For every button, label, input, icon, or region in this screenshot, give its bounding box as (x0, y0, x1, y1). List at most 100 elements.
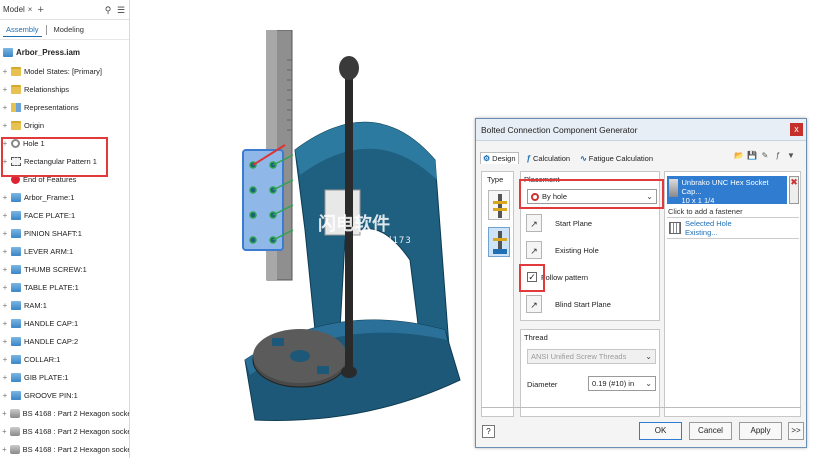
tree-item[interactable]: + TABLE PLATE:1 (0, 278, 129, 296)
start-plane-select-button[interactable]: ↗ (526, 214, 542, 232)
expand-icon[interactable]: + (2, 445, 7, 454)
blind-start-plane-select-button[interactable]: ↗ (526, 295, 542, 313)
tree-item[interactable]: + BS 4168 : Part 2 Hexagon socket s (0, 404, 129, 422)
add-tab-icon[interactable]: + (37, 4, 43, 16)
fastener-menu-button[interactable]: ✖ (789, 176, 799, 204)
close-button[interactable]: x (790, 123, 803, 136)
part-icon (11, 372, 21, 382)
expand-icon[interactable]: + (2, 427, 7, 436)
blind-bolt-type-button[interactable] (488, 227, 510, 257)
expand-icon[interactable]: + (2, 85, 8, 94)
tab-assembly[interactable]: Assembly (3, 23, 42, 37)
tree-item-label: Relationships (24, 84, 70, 94)
options-icon[interactable]: ▼ (786, 151, 796, 161)
tree-item[interactable]: + Representations (0, 98, 129, 116)
bolt-icon (669, 179, 679, 197)
expand-icon[interactable]: + (2, 67, 8, 76)
tree-root[interactable]: Arbor_Press.iam (0, 44, 129, 60)
tree-item[interactable]: + Origin (0, 116, 129, 134)
existing-hole-select-button[interactable]: ↗ (526, 241, 542, 259)
tree-item-label: THUMB SCREW:1 (24, 264, 87, 274)
selected-hole-item[interactable]: Selected Hole Existing... (667, 217, 799, 239)
tree-item-label: PINION SHAFT:1 (24, 228, 82, 238)
part-icon (11, 354, 21, 364)
more-button[interactable]: >> (788, 422, 804, 440)
part-icon (11, 228, 21, 238)
expand-icon[interactable]: + (2, 211, 8, 220)
tree-item[interactable]: + THUMB SCREW:1 (0, 260, 129, 278)
edit-icon[interactable]: ✎ (760, 151, 770, 161)
tree-item[interactable]: + RAM:1 (0, 296, 129, 314)
open-icon[interactable]: 📂 (734, 151, 744, 161)
tree-item[interactable]: + GIB PLATE:1 (0, 368, 129, 386)
fastener-item[interactable]: Unbrako UNC Hex Socket Cap... 10 x 1 1/4 (667, 176, 787, 205)
tree-item[interactable]: + HANDLE CAP:2 (0, 332, 129, 350)
save-icon[interactable]: 💾 (747, 151, 757, 161)
expand-icon[interactable]: + (2, 283, 8, 292)
tab-modeling[interactable]: Modeling (51, 23, 87, 36)
part-icon (11, 282, 21, 292)
add-fastener-hint[interactable]: Click to add a fastener (668, 207, 743, 216)
model-tab[interactable]: Model (3, 5, 25, 14)
tree-item-label: GROOVE PIN:1 (24, 390, 78, 400)
through-bolt-type-button[interactable] (488, 190, 510, 220)
expand-icon[interactable]: + (2, 391, 8, 400)
tab-design[interactable]: ⚙ Design (480, 152, 519, 164)
formula-icon[interactable]: ƒ (773, 151, 783, 161)
browser-header: Model × + ⚲ ☰ (0, 0, 129, 20)
expand-icon[interactable]: + (2, 355, 8, 364)
expand-icon[interactable]: + (2, 409, 7, 418)
tab-calculation[interactable]: ƒ Calculation (525, 153, 573, 164)
expand-icon[interactable]: + (2, 229, 8, 238)
dialog-toolbar: 📂 💾 ✎ ƒ ▼ (734, 151, 796, 161)
expand-icon[interactable]: + (2, 121, 8, 130)
dialog-title: Bolted Connection Component Generator (476, 119, 806, 141)
arbor-press-model[interactable] (225, 30, 475, 450)
tree-item[interactable]: + LEVER ARM:1 (0, 242, 129, 260)
tree-item-label: GIB PLATE:1 (24, 372, 69, 382)
expand-icon[interactable]: + (2, 103, 8, 112)
menu-icon[interactable]: ☰ (116, 5, 126, 15)
bolt-icon (9, 408, 20, 418)
browser-tabs: Assembly Modeling (0, 20, 129, 40)
tree-item[interactable]: + Relationships (0, 80, 129, 98)
expand-icon[interactable]: + (2, 247, 8, 256)
thread-dropdown[interactable]: ANSI Unified Screw Threads ⌄ (527, 349, 656, 364)
tree-item-label: Origin (24, 120, 45, 130)
section-divider[interactable] (481, 407, 801, 415)
part-icon (11, 300, 21, 310)
expand-icon[interactable]: + (2, 265, 8, 274)
tab-fatigue-calculation[interactable]: ∿ Fatigue Calculation (578, 153, 655, 164)
expand-icon[interactable]: + (2, 193, 8, 202)
thread-value: ANSI Unified Screw Threads (531, 352, 627, 361)
tree-item[interactable]: + BS 4168 : Part 2 Hexagon socket s (0, 440, 129, 458)
diameter-dropdown[interactable]: 0.19 (#10) in ⌄ (588, 376, 656, 391)
ok-button[interactable]: OK (639, 422, 682, 440)
hole-icon (669, 222, 681, 234)
help-button[interactable]: ? (482, 425, 495, 438)
selected-hole-label: Selected Hole (685, 219, 732, 228)
tree-item[interactable]: + Arbor_Frame:1 (0, 188, 129, 206)
fastener-text: Unbrako UNC Hex Socket Cap... 10 x 1 1/4 (681, 178, 785, 205)
cancel-button[interactable]: Cancel (689, 422, 732, 440)
tree-item[interactable]: + Model States: [Primary] (0, 62, 129, 80)
expand-icon[interactable]: + (2, 373, 8, 382)
tree-item-label: Arbor_Frame:1 (24, 192, 75, 202)
tree-item[interactable]: + FACE PLATE:1 (0, 206, 129, 224)
thread-label: Thread (524, 333, 548, 342)
tree-item-label: FACE PLATE:1 (24, 210, 76, 220)
tree-item-label: Model States: [Primary] (24, 66, 102, 76)
search-icon[interactable]: ⚲ (103, 5, 113, 15)
tree-item-label: BS 4168 : Part 2 Hexagon socket s (22, 444, 130, 454)
blind-bolt-icon (493, 231, 507, 254)
tree-item[interactable]: + GROOVE PIN:1 (0, 386, 129, 404)
tree-item[interactable]: + COLLAR:1 (0, 350, 129, 368)
close-tab-icon[interactable]: × (28, 5, 33, 14)
tree-item[interactable]: + PINION SHAFT:1 (0, 224, 129, 242)
expand-icon[interactable]: + (2, 319, 8, 328)
apply-button[interactable]: Apply (739, 422, 782, 440)
tree-item[interactable]: + BS 4168 : Part 2 Hexagon socket s (0, 422, 129, 440)
expand-icon[interactable]: + (2, 337, 8, 346)
expand-icon[interactable]: + (2, 301, 8, 310)
tree-item[interactable]: + HANDLE CAP:1 (0, 314, 129, 332)
